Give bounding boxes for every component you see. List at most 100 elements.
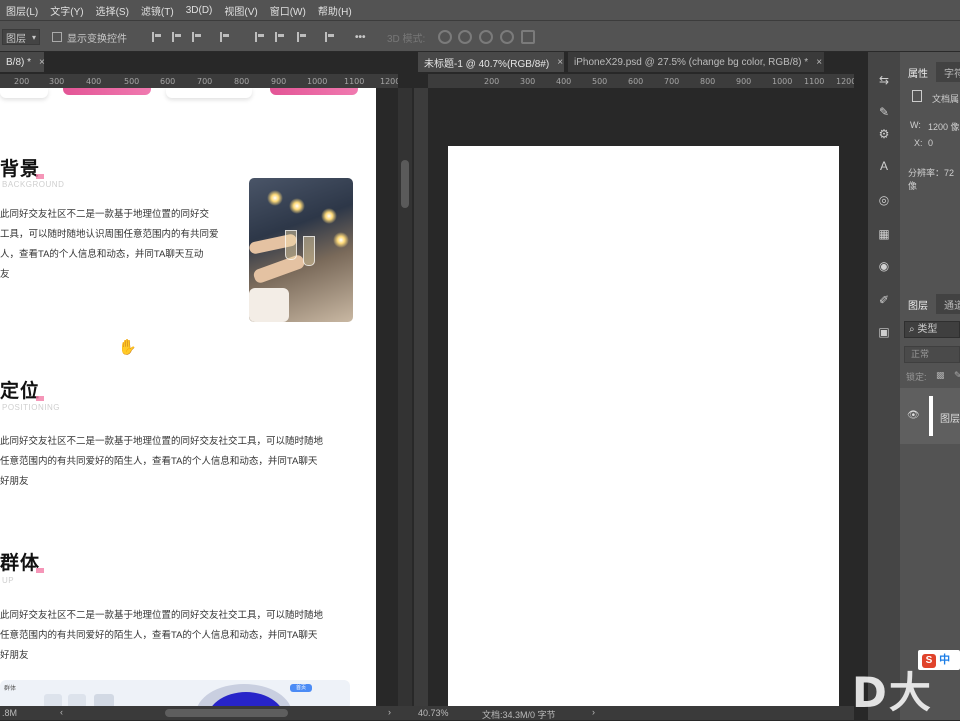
close-icon[interactable]: × <box>816 57 822 68</box>
left-vertical-scrollbar[interactable] <box>398 88 412 706</box>
ruler-tick: 1200 <box>380 77 398 86</box>
ruler-tick: 500 <box>592 77 608 86</box>
section-subtitle-background: BACKGROUND <box>2 180 65 189</box>
section-paragraph-background: 此同好交友社区不二是一款基于地理位置的同好交 工具，可以随时随地认识周围任意范围… <box>0 209 219 280</box>
auto-select-dropdown[interactable]: 图层 ▾ <box>2 29 40 45</box>
ruler-tick: 1200 <box>836 77 854 86</box>
arrow-left-icon[interactable]: ‹ <box>60 707 63 717</box>
blend-mode-dropdown[interactable]: 正常 <box>904 346 960 363</box>
menu-3d[interactable]: 3D(D) <box>180 5 219 16</box>
tab-layers[interactable]: 图层 <box>900 294 936 314</box>
align-vcenter-icon[interactable] <box>275 32 285 42</box>
align-left-icon[interactable] <box>152 32 162 42</box>
orbit-3d-icon[interactable] <box>438 30 452 44</box>
layer-filter[interactable]: ⌕ 类型 <box>904 321 960 338</box>
tab-channels[interactable]: 通道 <box>936 294 960 314</box>
menu-view[interactable]: 视图(V) <box>218 3 263 18</box>
menu-filter[interactable]: 滤镜(T) <box>135 3 180 18</box>
panel-icon-strip: ⇆ ✎ ⚙ A ◎ ▦ ◉ ✐ ▣ <box>868 52 900 720</box>
lock-label: 锁定: <box>906 372 927 382</box>
close-icon[interactable]: × <box>557 57 563 68</box>
pink-button-top <box>63 88 151 95</box>
tab-iphone-psd-title: iPhoneX29.psd @ 27.5% (change bg color, … <box>574 56 809 68</box>
layer-row[interactable]: 👁 图层 <box>900 388 960 444</box>
options-bar: 图层 ▾ 显示变换控件 ••• 3D 模式: <box>0 20 960 52</box>
ruler-tick: 200 <box>14 77 30 86</box>
ruler-tick: 400 <box>556 77 572 86</box>
section-paragraph-positioning: 此同好交友社区不二是一款基于地理位置的同好交友社交工具，可以随时随地 任意范围内… <box>0 436 324 487</box>
distribute-v-icon[interactable] <box>325 32 335 42</box>
tab-character[interactable]: 字符 <box>936 62 960 82</box>
doc-info: 文档:34.3M/0 字节 <box>482 710 556 720</box>
mode3d-label: 3D 模式: <box>387 33 426 45</box>
tab-untitled[interactable]: 未标题-1 @ 40.7%(RGB/8#) × <box>418 52 564 72</box>
ghost-button-top <box>166 88 252 98</box>
horizontal-ruler: 200 300 400 500 600 700 800 900 1000 110… <box>428 74 854 88</box>
ghost-button-top <box>0 88 48 98</box>
brand-watermark: D大 <box>852 668 933 717</box>
ruler-tick: 1000 <box>772 77 793 86</box>
distribute-icon[interactable] <box>220 32 230 42</box>
adjustments-icon[interactable]: ◉ <box>876 258 892 274</box>
tab-iphone-psd[interactable]: iPhoneX29.psd @ 27.5% (change bg color, … <box>568 52 824 72</box>
ruler-tick: 800 <box>234 77 250 86</box>
ruler-tick: 500 <box>124 77 140 86</box>
x-label: X: <box>914 138 923 148</box>
align-top-icon[interactable] <box>255 32 265 42</box>
paths-icon[interactable]: ◎ <box>876 192 892 208</box>
brush-settings-icon[interactable]: ⚙ <box>876 126 892 142</box>
left-doc-tab[interactable]: B/8) * × <box>0 52 45 72</box>
history-icon[interactable]: ⇆ <box>876 72 892 88</box>
zoom-level[interactable]: 40.73% <box>418 708 449 718</box>
grid-icon[interactable]: ▦ <box>876 226 892 242</box>
checkbox-icon[interactable] <box>52 32 62 42</box>
brush-presets-icon[interactable]: ✐ <box>876 292 892 308</box>
ime-label: 中 <box>939 654 951 666</box>
left-artboard[interactable]: 背景 BACKGROUND 此同好交友社区不二是一款基于地理位置的同好交 工具，… <box>0 88 376 706</box>
character-icon[interactable]: A <box>876 158 892 174</box>
align-bottom-icon[interactable] <box>297 32 307 42</box>
width-value[interactable]: 1200 像 <box>928 120 960 133</box>
lock-brush-icon[interactable]: ✎ <box>954 370 960 381</box>
chevron-right-icon[interactable]: › <box>592 707 595 717</box>
pan-3d-icon[interactable] <box>479 30 493 44</box>
auto-select-value: 图层 <box>6 33 26 45</box>
menu-window[interactable]: 窗口(W) <box>264 3 312 18</box>
left-doc-size: .8M <box>2 708 18 718</box>
close-icon[interactable]: × <box>39 57 45 68</box>
align-right-icon[interactable] <box>192 32 202 42</box>
menu-help[interactable]: 帮助(H) <box>312 3 358 18</box>
lock-transparent-icon[interactable]: ▩ <box>936 370 945 381</box>
document-icon <box>912 90 922 102</box>
layer-thumbnail <box>929 396 933 436</box>
show-transform-toggle[interactable]: 显示变换控件 <box>52 29 127 45</box>
brush-icon[interactable]: ✎ <box>876 104 892 120</box>
show-transform-label: 显示变换控件 <box>67 33 127 45</box>
ruler-tick: 200 <box>484 77 500 86</box>
scroll-thumb[interactable] <box>401 160 409 208</box>
section-title-group: 群体 <box>0 548 45 575</box>
layer-comps-icon[interactable]: ▣ <box>876 324 892 340</box>
ruler-tick: 600 <box>160 77 176 86</box>
x-value[interactable]: 0 <box>928 138 933 148</box>
dashboard-preview-card: 群体 首页 <box>0 680 350 706</box>
right-status-bar: 40.73% 文档:34.3M/0 字节 › <box>412 706 854 720</box>
horizontal-scroll-thumb[interactable] <box>165 709 288 717</box>
search-icon: ⌕ <box>909 324 915 335</box>
arrow-right-icon[interactable]: › <box>388 707 391 717</box>
right-canvas[interactable] <box>448 146 839 708</box>
menu-type[interactable]: 文字(Y) <box>44 3 89 18</box>
menu-select[interactable]: 选择(S) <box>90 3 135 18</box>
roll-3d-icon[interactable] <box>458 30 472 44</box>
layer-name[interactable]: 图层 <box>940 410 960 425</box>
more-options-button[interactable]: ••• <box>355 29 366 45</box>
slide-3d-icon[interactable] <box>500 30 514 44</box>
tab-properties[interactable]: 属性 <box>900 62 936 82</box>
camera-3d-icon[interactable] <box>521 30 535 44</box>
section-title-positioning: 定位 <box>0 376 45 403</box>
eye-icon[interactable]: 👁 <box>907 410 920 421</box>
align-hcenter-icon[interactable] <box>172 32 182 42</box>
menu-layer[interactable]: 图层(L) <box>0 3 44 18</box>
ruler-tick: 900 <box>736 77 752 86</box>
ruler-tick: 700 <box>664 77 680 86</box>
